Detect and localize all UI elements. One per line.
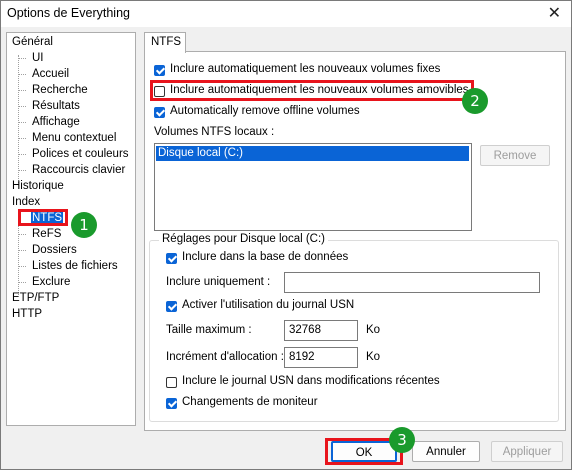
tab-label: NTFS: [151, 36, 182, 48]
tree-item-general[interactable]: Général: [12, 36, 53, 48]
volumes-label: Volumes NTFS locaux :: [154, 126, 275, 138]
tree-item-refs[interactable]: ReFS: [32, 228, 61, 240]
tree-connector: [18, 74, 26, 75]
include-fixed-checkbox[interactable]: [154, 65, 165, 76]
usn-journal-label[interactable]: Activer l'utilisation du journal USN: [182, 299, 354, 311]
tree-item-polices[interactable]: Polices et couleurs: [32, 148, 129, 160]
tree-item-http[interactable]: HTTP: [12, 308, 42, 320]
step-badge-2: 2: [462, 88, 488, 114]
include-db-label[interactable]: Inclure dans la base de données: [182, 251, 348, 263]
tree-item-affichage[interactable]: Affichage: [32, 116, 80, 128]
settings-group-label: Réglages pour Disque local (C:): [159, 233, 328, 245]
include-fixed-label[interactable]: Inclure automatiquement les nouveaux vol…: [170, 63, 440, 75]
tree-connector: [18, 282, 26, 283]
include-only-label: Inclure uniquement :: [166, 276, 271, 288]
tree-connector: [18, 90, 26, 91]
alloc-input[interactable]: 8192: [284, 347, 358, 368]
max-size-input[interactable]: 32768: [284, 320, 358, 341]
include-only-input[interactable]: [284, 272, 540, 293]
tree-connector: [18, 250, 26, 251]
include-db-checkbox[interactable]: [166, 253, 177, 264]
tree-connector: [18, 122, 26, 123]
tree-item-dossiers[interactable]: Dossiers: [32, 244, 77, 256]
tree-item-listes[interactable]: Listes de fichiers: [32, 260, 118, 272]
cancel-button[interactable]: Annuler: [412, 441, 480, 462]
include-removable-checkbox[interactable]: [154, 86, 165, 97]
tree-connector: [18, 138, 26, 139]
tree-connector: [18, 234, 26, 235]
tree-connector: [18, 215, 19, 295]
tree-connector: [18, 106, 26, 107]
tree-item-historique[interactable]: Historique: [12, 180, 64, 192]
tree-item-recherche[interactable]: Recherche: [32, 84, 88, 96]
usn-recent-label[interactable]: Inclure le journal USN dans modification…: [182, 375, 440, 387]
max-size-label: Taille maximum :: [166, 324, 252, 336]
tree-item-exclure[interactable]: Exclure: [32, 276, 70, 288]
tree-connector: [18, 154, 26, 155]
alloc-unit: Ko: [366, 351, 381, 363]
tab-ntfs[interactable]: NTFS: [144, 32, 186, 53]
tree-connector: [18, 266, 26, 267]
window-title: Options de Everything: [7, 6, 130, 20]
apply-button[interactable]: Appliquer: [491, 441, 563, 462]
tree-connector: [18, 170, 26, 171]
alloc-label: Incrément d'allocation :: [166, 351, 284, 363]
monitor-changes-label[interactable]: Changements de moniteur: [182, 396, 318, 408]
tree-item-ntfs[interactable]: NTFS: [31, 212, 64, 224]
tree-item-resultats[interactable]: Résultats: [32, 100, 80, 112]
tree-item-accueil[interactable]: Accueil: [32, 68, 69, 80]
auto-remove-label[interactable]: Automatically remove offline volumes: [170, 105, 360, 117]
tree-item-menu-contextuel[interactable]: Menu contextuel: [32, 132, 116, 144]
step-badge-1: 1: [71, 212, 97, 238]
volume-item[interactable]: Disque local (C:): [156, 146, 469, 161]
usn-recent-checkbox[interactable]: [166, 377, 177, 388]
tree-item-index[interactable]: Index: [12, 196, 40, 208]
tree-item-etp-ftp[interactable]: ETP/FTP: [12, 292, 59, 304]
close-icon[interactable]: ✕: [548, 3, 561, 23]
tree-item-ui[interactable]: UI: [32, 52, 44, 64]
tree-item-raccourcis[interactable]: Raccourcis clavier: [32, 164, 125, 176]
max-size-unit: Ko: [366, 324, 381, 336]
include-removable-label[interactable]: Inclure automatiquement les nouveaux vol…: [170, 84, 469, 96]
volumes-listbox[interactable]: Disque local (C:): [154, 143, 472, 231]
remove-button[interactable]: Remove: [480, 145, 550, 166]
step-badge-3: 3: [389, 427, 415, 453]
auto-remove-checkbox[interactable]: [154, 107, 165, 118]
usn-journal-checkbox[interactable]: [166, 301, 177, 312]
ok-button[interactable]: OK: [331, 441, 397, 462]
title-bar: Options de Everything ✕: [1, 1, 571, 27]
monitor-changes-checkbox[interactable]: [166, 398, 177, 409]
tree-connector: [18, 58, 26, 59]
